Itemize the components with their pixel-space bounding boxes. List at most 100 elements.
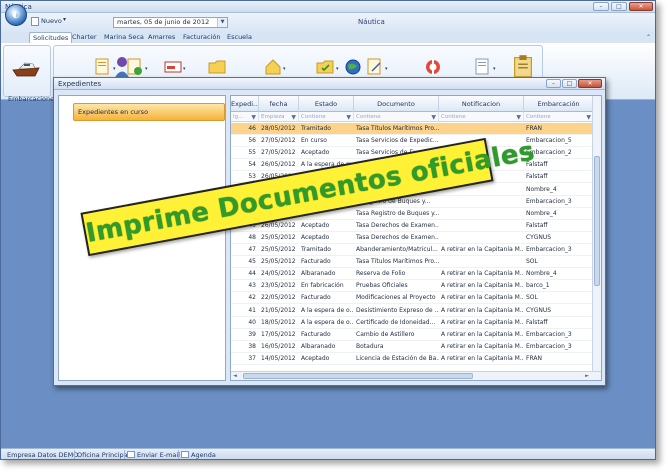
filter-icon[interactable]: ▼ <box>346 113 351 122</box>
scroll-thumb[interactable] <box>594 156 600 286</box>
tab-charter[interactable]: Charter <box>69 32 100 43</box>
column-header-embarcacion[interactable]: Embarcación <box>524 96 594 112</box>
application-menu-button[interactable]: ◐ <box>5 4 27 26</box>
chevron-down-icon[interactable]: ▾ <box>183 66 186 72</box>
cell-estado: Albaranado <box>301 270 336 278</box>
chevron-down-icon[interactable]: ▾ <box>63 16 66 23</box>
quick-access-bar: Nuevo ▾ martes, 05 de junio de 2012 ▼ Ná… <box>1 13 655 32</box>
filter-cell-documento[interactable]: Contiene ▼ <box>354 112 439 122</box>
column-header-estado[interactable]: Estado <box>299 96 354 112</box>
filter-cell-estado[interactable]: Contiene ▼ <box>299 112 354 122</box>
document-edit-icon[interactable] <box>366 58 384 76</box>
clipboard-icon[interactable] <box>512 54 534 78</box>
column-header-fecha[interactable]: fecha <box>259 96 299 112</box>
cell-id: 39 <box>248 330 256 338</box>
table-row[interactable]: 45 25/05/2012 Facturado Tasa Títulos Maríti… <box>231 256 601 269</box>
chevron-down-icon[interactable]: ▾ <box>336 66 339 72</box>
table-row[interactable]: 38 16/05/2012 Albaranado Botadura A retirar … <box>231 341 601 353</box>
tab-solicitudes[interactable]: Solicitudes <box>29 32 73 43</box>
column-header-id[interactable]: Expedi... <box>231 96 259 112</box>
tab-facturacion[interactable]: Facturación <box>180 32 224 43</box>
globe-icon[interactable] <box>344 58 362 76</box>
filter-icon[interactable]: ▼ <box>431 113 436 122</box>
divider <box>124 450 125 459</box>
cell-notificacion <box>439 196 524 208</box>
chevron-down-icon[interactable]: ▾ <box>113 66 116 72</box>
minimize-button[interactable]: – <box>593 2 609 11</box>
agenda-button[interactable]: Agenda <box>181 450 216 459</box>
column-header-notificacion[interactable]: Notificacion <box>439 96 524 112</box>
table-row[interactable]: 46 28/05/2012 Tramitado Tasa Títulos Maríti… <box>231 123 601 136</box>
folder-check-icon[interactable] <box>316 58 334 76</box>
filter-cell-fecha[interactable]: Empieza ▼ <box>259 112 299 122</box>
cell-documento: Pruebas Oficiales <box>356 282 408 290</box>
filter-icon[interactable]: ▼ <box>251 113 256 122</box>
table-row[interactable]: 48 25/05/2012 Aceptado Tasa Derechos de Exa… <box>231 232 601 244</box>
table-row[interactable]: 56 27/05/2012 En curso Tasa Servicios de Ex… <box>231 135 601 148</box>
chevron-down-icon[interactable]: ▾ <box>385 66 388 72</box>
child-minimize-button[interactable]: – <box>546 79 561 88</box>
tab-amarres[interactable]: Amarres <box>145 32 178 43</box>
grid-filter-row: Ig... ▼ Empieza ▼ Contiene ▼ Contiene ▼ Contiene… <box>231 112 601 122</box>
table-row[interactable]: 39 17/05/2012 Facturado Cambio de Astillero… <box>231 329 601 341</box>
cell-embarcacion: Falstaff <box>526 173 548 181</box>
filter-cell-embarcacion[interactable]: Contiene ▼ <box>524 112 594 122</box>
folder-icon[interactable] <box>208 58 226 76</box>
table-row[interactable]: 43 23/05/2012 En fabricación Pruebas Oficia… <box>231 280 601 293</box>
scroll-right-icon[interactable]: ► <box>585 373 589 379</box>
expedientes-grid: Expedi... fecha Estado Documento Notificacio… <box>230 95 602 381</box>
cell-notificacion: A retirar en la Capitanía M... <box>441 246 524 253</box>
close-button[interactable]: ✕ <box>629 2 653 11</box>
chevron-down-icon[interactable]: ▾ <box>283 66 286 72</box>
cell-documento: Tasa Servicios de Expedic... <box>356 137 439 145</box>
filter-cell-id[interactable]: Ig... ▼ <box>231 112 259 122</box>
send-email-button[interactable]: Enviar E-mail <box>127 450 180 459</box>
ribbon-group-embarcaciones: Embarcaciones <box>3 45 58 103</box>
chevron-down-icon[interactable]: ▾ <box>493 66 496 72</box>
grid-header: Expedi... fecha Estado Documento Notificacio… <box>231 96 601 112</box>
child-close-button[interactable]: ✕ <box>578 79 602 88</box>
table-row[interactable]: 41 21/05/2012 A la espera de o... Desistimi… <box>231 305 601 317</box>
cell-fecha: 25/05/2012 <box>261 233 296 241</box>
cell-embarcacion: Embarcacion_3 <box>526 246 572 253</box>
calendar-dropdown-icon[interactable]: ▼ <box>217 18 227 27</box>
maximize-button[interactable]: □ <box>611 2 627 11</box>
ribbon-collapse-icon[interactable]: ⌃ <box>646 32 651 43</box>
boat-icon[interactable] <box>11 58 41 80</box>
column-header-documento[interactable]: Documento <box>354 96 439 112</box>
house-icon[interactable] <box>264 58 282 76</box>
new-button-label: Nuevo <box>41 17 62 25</box>
scroll-left-icon[interactable]: ◄ <box>233 373 237 379</box>
table-row[interactable]: 40 18/05/2012 A la espera de o... Certifica… <box>231 317 601 329</box>
send-email-label: Enviar E-mail <box>137 451 180 459</box>
tab-escuela[interactable]: Escuela <box>224 32 255 43</box>
lifebuoy-icon[interactable] <box>424 58 442 76</box>
document-title: Náutica <box>358 18 385 26</box>
cell-id: 44 <box>248 270 256 278</box>
document-add-icon[interactable] <box>126 58 144 76</box>
vertical-scrollbar[interactable] <box>592 96 601 372</box>
report-icon[interactable] <box>474 58 492 76</box>
filter-icon[interactable]: ▼ <box>586 113 591 122</box>
table-row[interactable]: 37 14/05/2012 Aceptado Licencia de Estación… <box>231 353 601 365</box>
filter-cell-notificacion[interactable]: Contiene ▼ <box>439 112 524 122</box>
table-row[interactable]: 4926/05/2012AceptadoTasa Derechos de Exa… <box>231 220 601 232</box>
tab-marina-seca[interactable]: Marina Seca <box>101 32 147 43</box>
cell-estado: En fabricación <box>301 282 344 290</box>
chevron-down-icon[interactable]: ▾ <box>145 66 148 72</box>
table-row[interactable]: 47 25/05/2012 Tramitado Abanderamiento/Matr… <box>231 244 601 257</box>
cell-fecha: 24/05/2012 <box>261 270 296 278</box>
cell-id: 38 <box>248 342 256 350</box>
horizontal-scrollbar[interactable]: ◄ ► <box>231 371 601 380</box>
date-picker[interactable]: martes, 05 de junio de 2012 ▼ <box>113 17 228 28</box>
filter-icon[interactable]: ▼ <box>516 113 521 122</box>
document-icon[interactable] <box>94 58 112 76</box>
cell-fecha: 27/05/2012 <box>261 149 296 157</box>
child-maximize-button[interactable]: □ <box>562 79 577 88</box>
card-icon[interactable] <box>164 58 182 76</box>
table-row[interactable]: 42 22/05/2012 Facturado Modificaciones al P… <box>231 292 601 305</box>
table-row[interactable]: 44 24/05/2012 Albaranado Reserva de Folio A … <box>231 268 601 281</box>
nav-item-expedientes-en-curso[interactable]: Expedientes en curso <box>73 103 225 121</box>
filter-icon[interactable]: ▼ <box>291 113 296 122</box>
scroll-thumb[interactable] <box>243 373 473 379</box>
